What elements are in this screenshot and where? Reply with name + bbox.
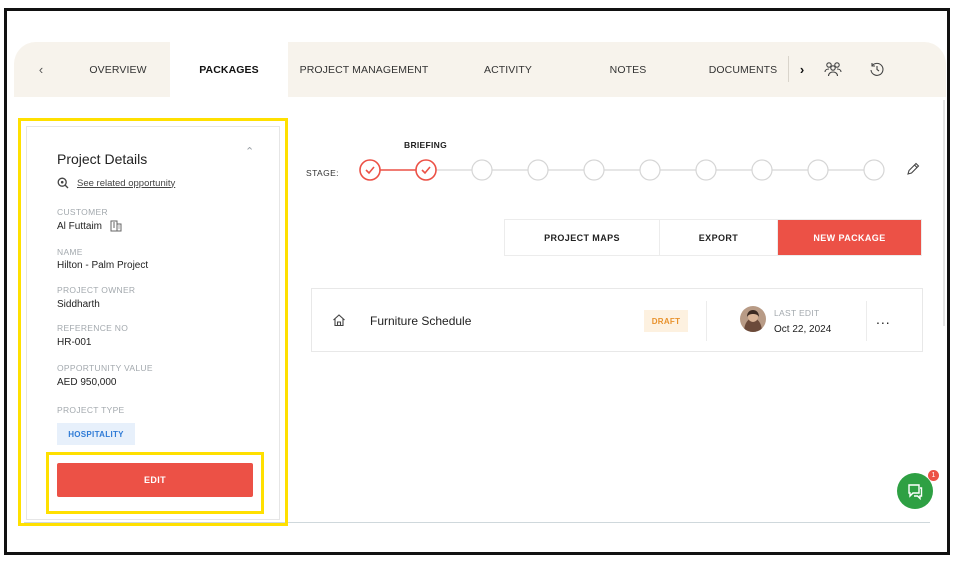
tab-documents[interactable]: DOCUMENTS [698,42,788,97]
tab-bar: ‹ OVERVIEW PACKAGES PROJECT MANAGEMENT A… [14,42,946,97]
chevron-left-icon[interactable]: ‹ [28,42,54,97]
row-divider [706,301,707,341]
project-type-badge: HOSPITALITY [57,423,135,445]
status-badge: DRAFT [644,310,688,332]
tab-separator [788,56,789,82]
search-icon [57,177,69,189]
last-edit-label: LAST EDIT [774,308,820,318]
tab-packages[interactable]: PACKAGES [170,42,288,97]
tab-notes[interactable]: NOTES [580,42,676,97]
history-icon[interactable] [866,58,888,80]
package-row[interactable]: Furniture Schedule DRAFT LAST EDIT Oct 2… [311,288,923,352]
chat-icon [908,484,923,500]
stage-current-name: BRIEFING [404,140,448,150]
project-details-panel: Project Details ⌃ See related opportunit… [26,126,280,520]
content-bottom-border [24,522,930,523]
reference-label: REFERENCE NO [57,323,129,333]
stage-step[interactable] [751,159,773,181]
stage-step[interactable] [639,159,661,181]
row-divider [866,301,867,341]
tab-project-management[interactable]: PROJECT MANAGEMENT [290,42,438,97]
stage-step[interactable] [583,159,605,181]
edit-button[interactable]: EDIT [57,463,253,497]
chevron-right-icon[interactable]: › [792,42,812,97]
stage-step[interactable] [527,159,549,181]
chevron-up-icon[interactable]: ⌃ [245,145,254,158]
related-opportunity-link[interactable]: See related opportunity [77,178,175,189]
stage-step[interactable] [863,159,885,181]
customer-name: Al Futtaim [57,220,103,232]
action-buttons: PROJECT MAPS EXPORT NEW PACKAGE [504,219,922,256]
stage-step-complete[interactable] [415,159,437,181]
owner-value: Siddharth [57,299,100,310]
chat-button[interactable] [897,473,933,509]
reference-value: HR-001 [57,337,92,348]
team-icon[interactable] [822,58,844,80]
customer-label: CUSTOMER [57,207,108,217]
more-options-icon[interactable]: ... [876,311,891,327]
stage-step[interactable] [695,159,717,181]
stage-step[interactable] [471,159,493,181]
stage-step-complete[interactable] [359,159,381,181]
related-opportunity[interactable]: See related opportunity [57,177,175,189]
name-label: NAME [57,247,83,257]
new-package-button[interactable]: NEW PACKAGE [777,220,921,255]
opportunity-label: OPPORTUNITY VALUE [57,363,153,373]
tab-overview[interactable]: OVERVIEW [66,42,170,97]
export-button[interactable]: EXPORT [659,220,777,255]
tab-activity[interactable]: ACTIVITY [460,42,556,97]
name-value: Hilton - Palm Project [57,260,149,271]
scrollbar[interactable] [942,100,946,326]
last-edit-date: Oct 22, 2024 [774,324,832,335]
owner-label: PROJECT OWNER [57,285,136,295]
building-icon[interactable] [110,220,122,232]
opportunity-value: AED 950,000 [57,377,117,388]
pencil-icon[interactable] [906,162,920,176]
panel-title: Project Details [57,151,148,167]
package-name[interactable]: Furniture Schedule [370,314,471,328]
customer-value: Al Futtaim [57,220,122,232]
project-type-label: PROJECT TYPE [57,405,125,415]
stage-step[interactable] [807,159,829,181]
chat-badge: 1 [928,470,939,481]
stage-label: STAGE: [306,168,339,178]
project-maps-button[interactable]: PROJECT MAPS [505,220,659,255]
stage-tracker [359,159,885,181]
home-icon [333,314,345,327]
avatar [740,306,766,332]
